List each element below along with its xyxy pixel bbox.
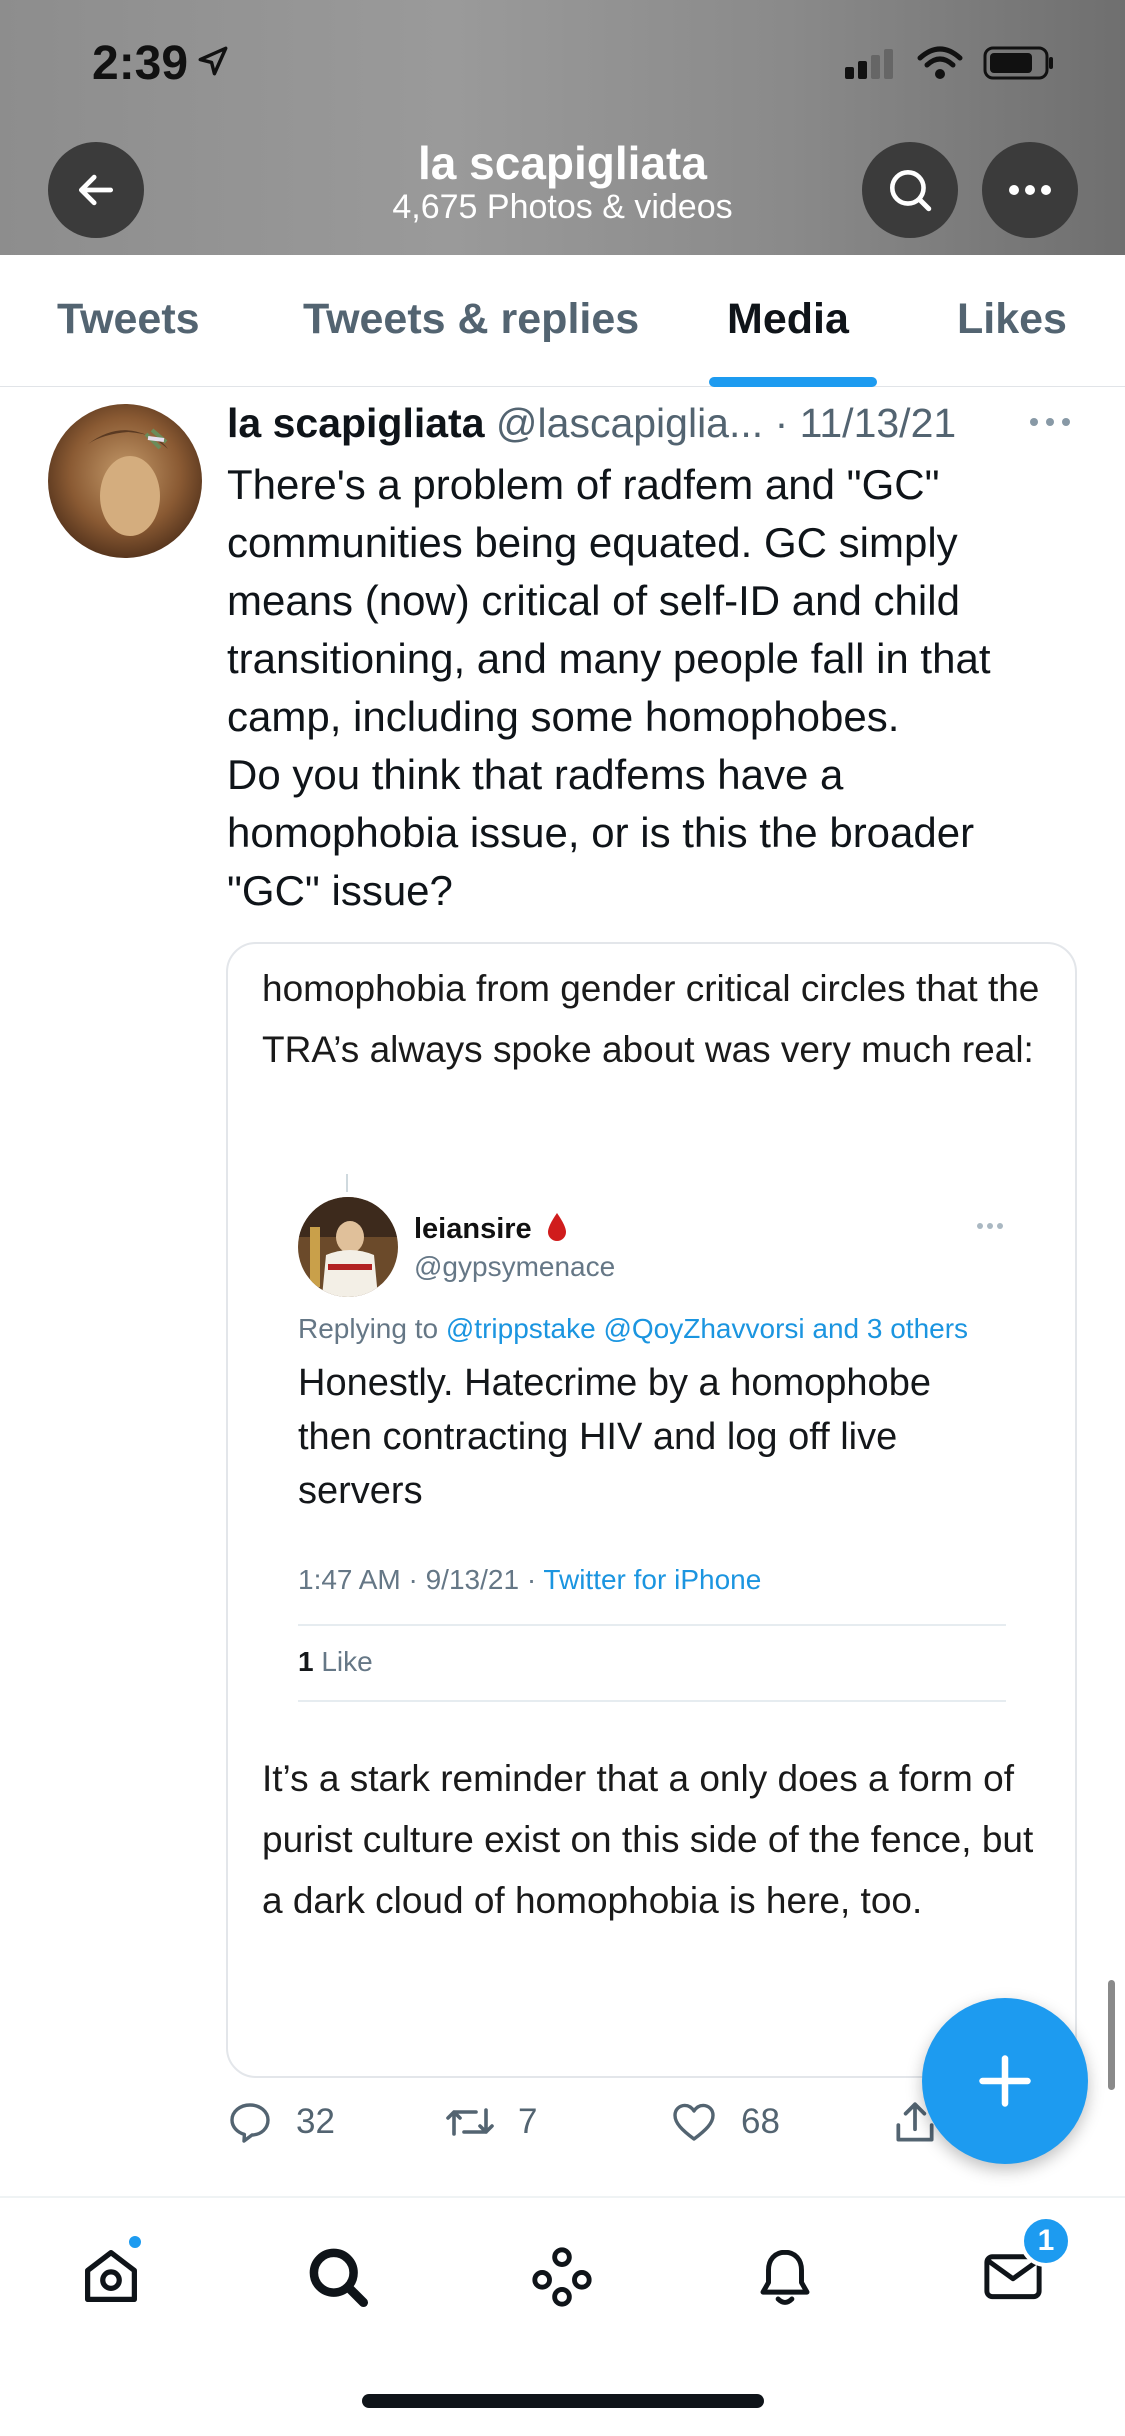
author-avatar[interactable] [48, 404, 202, 558]
nav-messages[interactable]: 1 [978, 2215, 1072, 2314]
embedded-like-label: Like [313, 1646, 373, 1677]
active-tab-indicator [709, 377, 877, 387]
blood-drop-icon [547, 1213, 566, 1241]
plus-icon [979, 2055, 1031, 2107]
home-icon [85, 2250, 137, 2302]
tweet-more-icon[interactable] [1028, 416, 1072, 428]
more-options-button[interactable] [982, 142, 1078, 238]
spaces-icon [532, 2247, 592, 2307]
embedded-author-handle: @gypsymenace [414, 1251, 616, 1282]
reply-button[interactable]: 32 [226, 2098, 335, 2146]
embedded-tweet-meta: 1:47 AM · 9/13/21 · Twitter for iPhone [298, 1564, 761, 1596]
author-name[interactable]: la scapigliata [227, 400, 485, 446]
status-time: 2:39 [92, 37, 189, 90]
replying-handles: @trippstake @QoyZhavvorsi and 3 others [445, 1313, 969, 1344]
reply-icon [230, 2103, 270, 2143]
wifi-icon [917, 46, 963, 79]
nav-search[interactable] [304, 2243, 372, 2316]
profile-header: 2:39 la scapigliata 4,675 Photos & video… [0, 0, 1125, 255]
search-button[interactable] [862, 142, 958, 238]
home-notification-dot [126, 2233, 144, 2251]
reply-count: 32 [296, 2102, 335, 2141]
quote-text-top: homophobia from gender critical circles … [262, 968, 1040, 1070]
replying-prefix: Replying to [298, 1313, 446, 1344]
like-button[interactable]: 68 [669, 2098, 780, 2146]
tweet-date: · 11/13/21 [774, 400, 957, 446]
quote-text-bottom: It’s a stark reminder that a only does a… [262, 1758, 1034, 1921]
profile-tabs: Tweets Tweets & replies Media Likes [0, 255, 1125, 387]
tweet-actions: 32 7 68 [226, 2098, 1026, 2158]
embedded-name-text: leiansire [414, 1213, 532, 1245]
embedded-more-icon [977, 1223, 1003, 1229]
search-icon [309, 2248, 369, 2308]
compose-tweet-button[interactable] [922, 1998, 1088, 2164]
bell-icon [760, 2249, 810, 2305]
embedded-time: 1:47 AM · 9/13/21 · [298, 1564, 544, 1595]
embedded-like-count: 1 [298, 1646, 314, 1677]
tweet-text: There's a problem of radfem and "GC" com… [227, 461, 991, 914]
author-handle[interactable]: @lascapiglia... [496, 400, 763, 446]
scrollbar[interactable] [1108, 1980, 1115, 2090]
embedded-avatar [298, 1197, 398, 1297]
location-arrow-icon [198, 46, 228, 76]
home-indicator [362, 2394, 764, 2408]
tab-likes[interactable]: Likes [957, 295, 1067, 344]
embedded-replying-to: Replying to @trippstake @QoyZhavvorsi an… [298, 1313, 968, 1345]
embedded-divider [298, 1700, 1006, 1702]
embedded-divider [298, 1624, 1006, 1626]
tab-tweets[interactable]: Tweets [57, 295, 200, 344]
embedded-author-name: leiansire [414, 1212, 568, 1246]
retweet-count: 7 [518, 2102, 538, 2141]
tab-tweets-replies[interactable]: Tweets & replies [303, 295, 639, 344]
heart-icon [673, 2103, 715, 2141]
nav-notifications[interactable] [752, 2243, 818, 2316]
status-icons [845, 46, 1055, 80]
tweet-header: la scapigliata @lascapiglia... · 11/13/2… [227, 400, 1087, 447]
quoted-media-card[interactable]: homophobia from gender critical circles … [226, 942, 1077, 2078]
nav-spaces[interactable] [528, 2243, 596, 2316]
retweet-icon [446, 2108, 494, 2136]
like-count: 68 [741, 2102, 780, 2141]
signal-icon [845, 49, 893, 79]
nav-home[interactable] [78, 2233, 144, 2314]
more-horizontal-icon [1009, 185, 1051, 195]
messages-badge: 1 [1020, 2215, 1072, 2267]
retweet-button[interactable]: 7 [444, 2098, 537, 2146]
search-icon [890, 170, 932, 212]
battery-icon [983, 46, 1053, 80]
embedded-likes: 1 Like [298, 1646, 373, 1678]
embedded-source: Twitter for iPhone [543, 1564, 762, 1595]
tab-media[interactable]: Media [727, 295, 849, 344]
thread-line [346, 1174, 348, 1192]
embedded-tweet-text: Honestly. Hatecrime by a homophobe then … [298, 1362, 931, 1512]
